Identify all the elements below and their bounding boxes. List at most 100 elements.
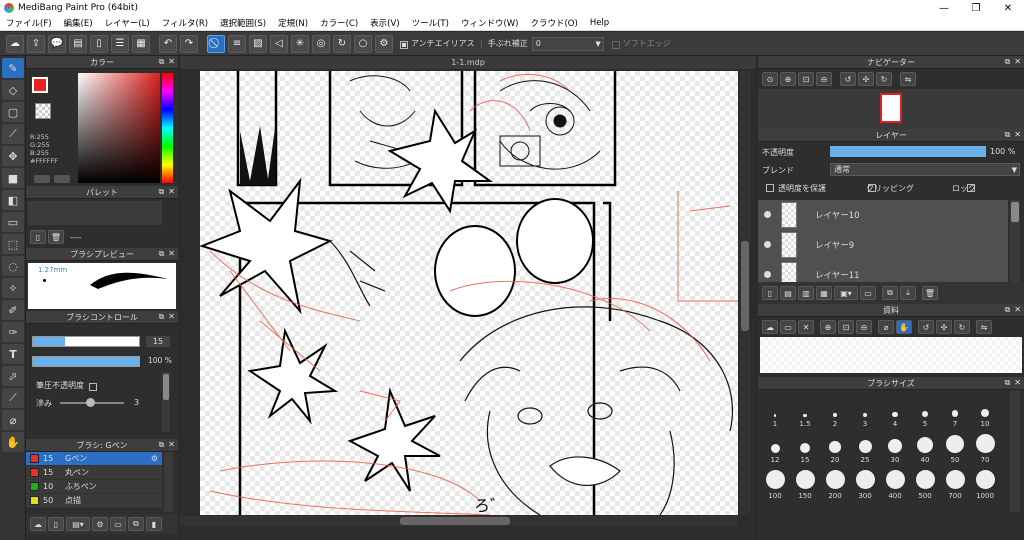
antialias-checkbox[interactable] — [400, 40, 408, 49]
merge-layer-icon[interactable]: ⤓ — [900, 286, 916, 300]
cloud-material-icon[interactable]: ☁ — [762, 320, 778, 334]
undock-icon[interactable]: ⧉ — [159, 187, 165, 196]
soft-edge-checkbox[interactable] — [611, 40, 620, 49]
brush-tool-icon[interactable]: ✎ — [2, 58, 24, 78]
brush-size-option[interactable]: 12 — [760, 428, 790, 464]
circle-snap-icon[interactable]: ◎ — [312, 34, 330, 53]
brush-size-option[interactable]: 5 — [910, 392, 940, 428]
foreground-color[interactable] — [32, 77, 48, 93]
select-tool-icon[interactable]: ⬚ — [2, 234, 24, 254]
menu-file[interactable]: ファイル(F) — [0, 17, 58, 29]
brush-opacity-slider[interactable] — [32, 356, 140, 367]
zoom-out-icon[interactable]: ⊖ — [816, 72, 832, 86]
stabilizer-select[interactable]: 0 ▼ — [531, 36, 604, 51]
close-material-icon[interactable]: ✕ — [798, 320, 814, 334]
brush-item[interactable]: 10 ふちペン — [26, 480, 162, 494]
rotate-right-icon[interactable]: ↻ — [876, 72, 892, 86]
trash-icon[interactable]: 🗑 — [48, 230, 64, 244]
brush-size-option[interactable]: 20 — [820, 428, 850, 464]
radial-snap-icon[interactable]: ✳ — [291, 34, 309, 53]
zoom-actual-icon[interactable]: ⊙ — [762, 72, 778, 86]
vertical-scrollbar[interactable] — [740, 71, 750, 515]
new-8bit-layer-icon[interactable]: ▥ — [798, 286, 814, 300]
visibility-icon[interactable] — [764, 211, 771, 218]
brush-size-option[interactable]: 300 — [850, 464, 880, 500]
page-icon[interactable]: ▯ — [90, 34, 108, 53]
ellipse-snap-icon[interactable]: ○ — [354, 34, 372, 53]
menu-color[interactable]: カラー(C) — [314, 17, 364, 29]
protect-alpha-checkbox[interactable] — [766, 184, 774, 192]
close-icon[interactable]: ✕ — [1014, 378, 1021, 387]
brush-size-option[interactable]: 1 — [760, 392, 790, 428]
undock-icon[interactable]: ⧉ — [159, 249, 165, 258]
material-flip-icon[interactable]: ⇋ — [976, 320, 992, 334]
brush-size-option[interactable]: 25 — [850, 428, 880, 464]
cloud-icon[interactable]: ☁ — [6, 34, 24, 53]
brush-folder-icon[interactable]: ▭ — [110, 517, 126, 531]
brush-size-slider[interactable] — [32, 336, 140, 347]
delete-brush-icon[interactable]: ▮ — [146, 517, 162, 531]
material-hand-icon[interactable]: ✋ — [896, 320, 912, 334]
palette-area[interactable] — [28, 201, 162, 225]
parallel-snap-icon[interactable]: ≡ — [228, 34, 246, 53]
menu-layer[interactable]: レイヤー(L) — [99, 17, 156, 29]
menu-selection[interactable]: 選択範囲(S) — [214, 17, 272, 29]
brush-size-option[interactable]: 15 — [790, 428, 820, 464]
layer-row[interactable]: レイヤー11 — [758, 260, 1008, 282]
material-rotate-fit-icon[interactable]: ✣ — [936, 320, 952, 334]
redo-icon[interactable]: ↷ — [180, 34, 198, 53]
brush-size-option[interactable]: 400 — [880, 464, 910, 500]
magic-wand-icon[interactable]: ✧ — [2, 278, 24, 298]
brush-size-option[interactable]: 700 — [940, 464, 970, 500]
curve-snap-icon[interactable]: ↻ — [333, 34, 351, 53]
brush-size-option[interactable]: 1000 — [970, 464, 1000, 500]
pen-tool-icon[interactable]: ⟋ — [2, 124, 24, 144]
brush-size-option[interactable]: 50 — [940, 428, 970, 464]
duplicate-brush-icon[interactable]: ⧉ — [128, 517, 144, 531]
materials-view[interactable] — [760, 337, 1022, 373]
undo-icon[interactable]: ↶ — [159, 34, 177, 53]
select-eraser-icon[interactable]: ✑ — [2, 322, 24, 342]
color-mode-button[interactable] — [34, 175, 50, 183]
rotate-fit-icon[interactable]: ✣ — [858, 72, 874, 86]
brush-item[interactable]: 15 Gペン ⚙ — [26, 452, 162, 466]
color-picker-square[interactable] — [78, 73, 160, 183]
navigator-thumbnail[interactable] — [880, 93, 902, 123]
chat-icon[interactable]: 💬 — [48, 34, 66, 53]
brush-type-icon[interactable]: ▤▾ — [66, 517, 90, 531]
close-icon[interactable]: ✕ — [168, 440, 175, 449]
manga-canvas[interactable]: ろ゛ — [200, 71, 738, 515]
move-tool-icon[interactable]: ✥ — [2, 146, 24, 166]
undock-icon[interactable]: ⧉ — [159, 57, 165, 66]
hand-tool-icon[interactable]: ✋ — [2, 432, 24, 452]
brush-size-option[interactable]: 30 — [880, 428, 910, 464]
grid-icon[interactable]: ▦ — [132, 34, 150, 53]
brush-size-value[interactable]: 15 — [146, 336, 170, 347]
menu-window[interactable]: ウィンドウ(W) — [455, 17, 525, 29]
lasso-tool-icon[interactable]: ◌ — [2, 256, 24, 276]
brush-size-option[interactable]: 200 — [820, 464, 850, 500]
brush-size-option[interactable]: 3 — [850, 392, 880, 428]
brush-size-option[interactable]: 70 — [970, 428, 1000, 464]
new-layer-icon[interactable]: ▯ — [762, 286, 778, 300]
divide-tool-icon[interactable]: ⟋ — [2, 388, 24, 408]
gradient-tool-icon[interactable]: ▭ — [2, 212, 24, 232]
close-icon[interactable]: ✕ — [168, 312, 175, 321]
select-pen-icon[interactable]: ✐ — [2, 300, 24, 320]
visibility-icon[interactable] — [764, 271, 771, 278]
flip-icon[interactable]: ⇋ — [900, 72, 916, 86]
undock-icon[interactable]: ⧉ — [1005, 57, 1011, 66]
operation-tool-icon[interactable]: ⬀ — [2, 366, 24, 386]
layer-row[interactable]: レイヤー9 — [758, 230, 1008, 260]
close-icon[interactable]: ✕ — [168, 187, 175, 196]
brush-item[interactable]: 50 点描 — [26, 494, 162, 508]
text-tool-icon[interactable]: T — [2, 344, 24, 364]
close-icon[interactable]: ✕ — [1014, 305, 1021, 314]
background-color[interactable] — [35, 103, 51, 119]
undock-icon[interactable]: ⧉ — [1005, 305, 1011, 314]
close-window-button[interactable]: ✕ — [992, 3, 1024, 14]
menu-view[interactable]: 表示(V) — [364, 17, 405, 29]
layer-folder-icon[interactable]: ▭ — [860, 286, 876, 300]
menu-tool[interactable]: ツール(T) — [406, 17, 455, 29]
layer-opacity-slider[interactable] — [830, 146, 986, 157]
